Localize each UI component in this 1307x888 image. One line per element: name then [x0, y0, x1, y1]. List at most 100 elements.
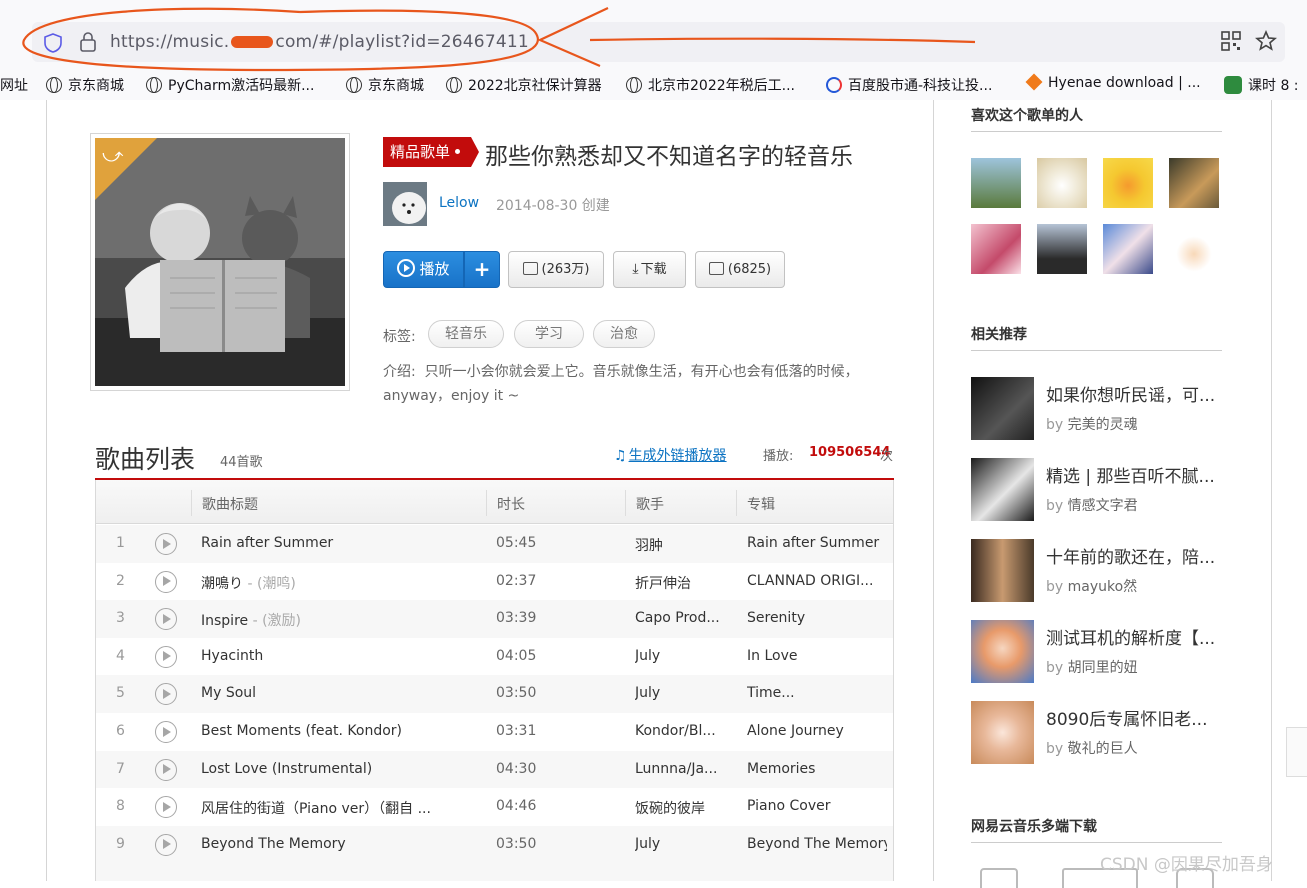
favorite-count: (263万) — [541, 262, 590, 277]
scroll-to-top-tab[interactable] — [1286, 727, 1307, 777]
related-title-link[interactable]: 8090后专属怀旧老... — [1046, 705, 1222, 730]
fan-avatar[interactable] — [1037, 158, 1087, 208]
related-cover[interactable] — [971, 539, 1034, 602]
play-circle-icon[interactable] — [155, 796, 177, 819]
table-row[interactable]: 5 My Soul 03:50 July Time... — [96, 675, 893, 713]
play-circle-icon[interactable] — [155, 833, 177, 856]
author-link[interactable]: Lelow — [439, 195, 479, 211]
bookmark-item[interactable]: 京东商城 — [346, 75, 424, 95]
bookmark-item[interactable]: 百度股市通-科技让投... — [826, 75, 992, 95]
qr-code-icon[interactable] — [1221, 31, 1241, 51]
song-title[interactable]: Lost Love (Instrumental) — [201, 761, 461, 777]
play-button[interactable]: 播放 — [383, 251, 464, 288]
author-avatar[interactable] — [383, 182, 427, 226]
song-artist[interactable]: July — [635, 648, 725, 664]
add-to-queue-button[interactable]: + — [464, 251, 500, 288]
bookmark-item[interactable]: 网址 — [0, 75, 28, 95]
related-title-link[interactable]: 如果你想听民谣，可... — [1046, 381, 1222, 406]
by-label: by — [1046, 417, 1064, 433]
table-row[interactable]: 9 Beyond The Memory 03:50 July Beyond The Me… — [96, 825, 893, 864]
fan-avatar[interactable] — [1037, 224, 1087, 274]
song-artist[interactable]: July — [635, 836, 725, 852]
play-circle-icon[interactable] — [155, 758, 177, 781]
song-album[interactable]: Piano Cover — [747, 798, 887, 814]
related-author-link[interactable]: 完美的灵魂 — [1068, 417, 1138, 433]
song-artist[interactable]: Kondor/Bl... — [635, 723, 725, 739]
play-circle-icon[interactable] — [155, 683, 177, 706]
tag-pill[interactable]: 轻音乐 — [428, 320, 504, 348]
table-row[interactable]: 2 潮鳴り - (潮鸣) 02:37 折戸伸治 CLANNAD ORIGI... — [96, 563, 893, 601]
song-artist[interactable]: July — [635, 685, 725, 701]
song-album[interactable]: CLANNAD ORIGI... — [747, 573, 887, 589]
song-album[interactable]: Alone Journey — [747, 723, 887, 739]
fan-avatar[interactable] — [1169, 224, 1219, 274]
fan-avatar[interactable] — [971, 224, 1021, 274]
url-text[interactable]: https://music. com/#/playlist?id=26467411 — [110, 32, 529, 52]
song-title[interactable]: Beyond The Memory — [201, 836, 461, 852]
related-title-link[interactable]: 测试耳机的解析度【... — [1046, 624, 1222, 649]
bookmark-item[interactable]: 京东商城 — [46, 75, 124, 95]
song-title[interactable]: Hyacinth — [201, 648, 461, 664]
song-title[interactable]: Inspire - (激励) — [201, 610, 461, 630]
fan-avatar[interactable] — [1169, 158, 1219, 208]
play-circle-icon[interactable] — [155, 570, 177, 593]
comment-button[interactable]: (6825) — [695, 251, 785, 288]
bookmark-item[interactable]: 课时 8 : — [1224, 75, 1299, 95]
table-row[interactable]: 1 Rain after Summer 05:45 羽肿 Rain after Summ… — [96, 525, 893, 563]
play-circle-icon[interactable] — [155, 533, 177, 555]
bookmark-item[interactable]: Hyenae download | ... — [1025, 73, 1201, 91]
play-circle-icon[interactable] — [155, 608, 177, 631]
play-circle-icon[interactable] — [155, 721, 177, 743]
download-icon: ⤓ — [632, 261, 639, 277]
table-row[interactable]: 8 风居住的街道（Piano ver）（翻自 ... 04:46 饭碗的彼岸 Piano… — [96, 788, 893, 826]
related-author-link[interactable]: 胡同里的妞 — [1068, 660, 1138, 676]
bookmark-item[interactable]: 2022北京社保计算器 — [446, 75, 602, 95]
table-row[interactable]: 4 Hyacinth 04:05 July In Love — [96, 638, 893, 676]
song-artist[interactable]: 饭碗的彼岸 — [635, 798, 725, 818]
tag-pill[interactable]: 治愈 — [593, 320, 655, 348]
song-title[interactable]: 潮鳴り - (潮鸣) — [201, 573, 461, 593]
song-artist[interactable]: 折戸伸治 — [635, 573, 725, 593]
song-album[interactable]: Memories — [747, 761, 887, 777]
related-author-link[interactable]: 情感文字君 — [1068, 498, 1138, 514]
song-artist[interactable]: Capo Prod... — [635, 610, 725, 626]
song-artist[interactable]: Lunnna/Ja... — [635, 761, 725, 777]
related-cover[interactable] — [971, 458, 1034, 521]
fan-avatar[interactable] — [1103, 224, 1153, 274]
song-title[interactable]: 风居住的街道（Piano ver）（翻自 ... — [201, 798, 461, 818]
song-album[interactable]: Beyond The Memory — [747, 836, 887, 852]
download-button[interactable]: ⤓ 下载 — [613, 251, 686, 288]
related-cover[interactable] — [971, 377, 1034, 440]
song-album[interactable]: Time... — [747, 685, 887, 701]
song-album[interactable]: In Love — [747, 648, 887, 664]
related-title-link[interactable]: 十年前的歌还在，陪... — [1046, 543, 1222, 568]
song-title[interactable]: Rain after Summer — [201, 535, 461, 551]
outlink-player-link[interactable]: ♫ 生成外链播放器 — [614, 445, 727, 465]
related-cover[interactable] — [971, 701, 1034, 764]
star-icon[interactable] — [1255, 30, 1277, 52]
table-row[interactable]: 3 Inspire - (激励) 03:39 Capo Prod... Serenity — [96, 600, 893, 638]
song-title[interactable]: My Soul — [201, 685, 461, 701]
related-cover[interactable] — [971, 620, 1034, 683]
song-duration: 02:37 — [496, 572, 537, 589]
play-circle-icon[interactable] — [155, 645, 177, 668]
fan-avatar[interactable] — [971, 158, 1021, 208]
related-title-link[interactable]: 精选 | 那些百听不腻... — [1046, 462, 1222, 487]
song-album[interactable]: Serenity — [747, 610, 887, 626]
shield-icon[interactable] — [42, 32, 64, 54]
tag-pill[interactable]: 学习 — [514, 320, 584, 348]
lock-icon[interactable] — [78, 31, 98, 53]
related-author-link[interactable]: 敬礼的巨人 — [1068, 741, 1138, 757]
favorite-button[interactable]: (263万) — [508, 251, 604, 288]
fan-avatar[interactable] — [1103, 158, 1153, 208]
table-row[interactable]: 6 Best Moments (feat. Kondor) 03:31 Kondor/… — [96, 713, 893, 751]
song-title[interactable]: Best Moments (feat. Kondor) — [201, 723, 461, 739]
pc-client-icon[interactable] — [980, 868, 1018, 888]
song-alias: - (激励) — [248, 613, 302, 630]
bookmark-item[interactable]: 北京市2022年税后工... — [626, 75, 795, 95]
table-row[interactable]: 7 Lost Love (Instrumental) 04:30 Lunnna/Ja.… — [96, 750, 893, 789]
bookmark-item[interactable]: PyCharm激活码最新... — [146, 75, 314, 95]
song-artist[interactable]: 羽肿 — [635, 535, 725, 555]
song-album[interactable]: Rain after Summer — [747, 535, 887, 551]
related-author-link[interactable]: mayuko然 — [1068, 579, 1138, 595]
